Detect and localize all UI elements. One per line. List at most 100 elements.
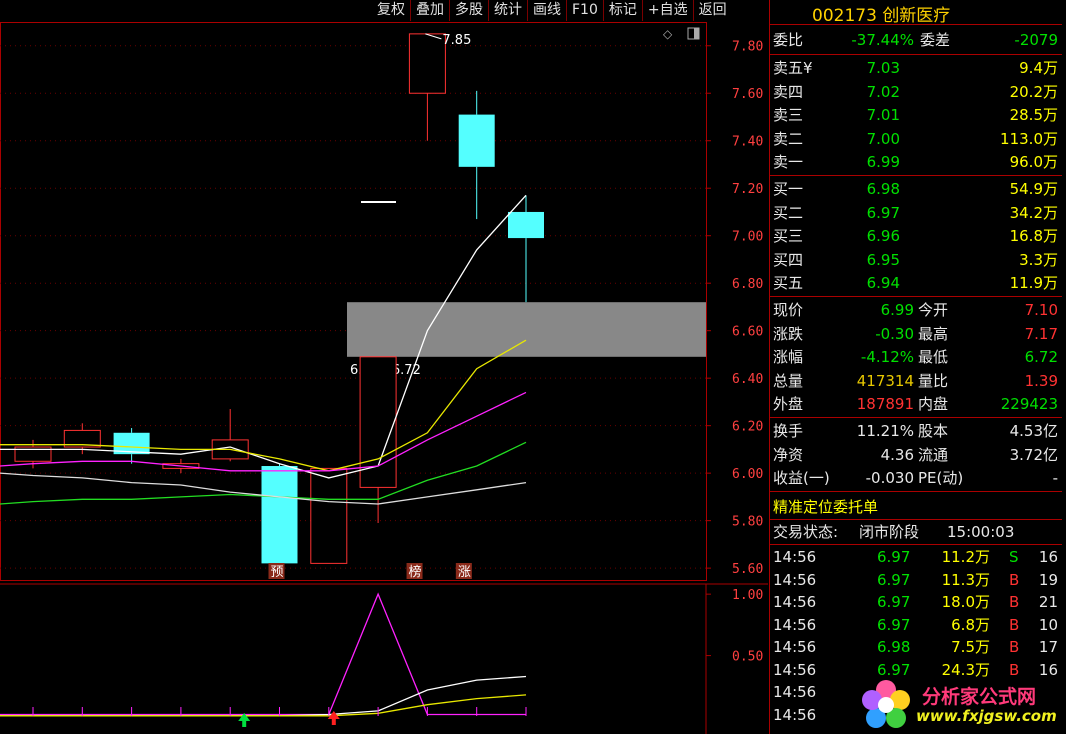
f10-button[interactable]: F10 (566, 0, 603, 21)
fundamental-value: 4.53亿 (1009, 422, 1058, 440)
multi-stock-button[interactable]: 多股 (449, 0, 488, 21)
candle-body-down (458, 114, 495, 167)
candle[interactable] (408, 33, 446, 141)
tick-price: 6.97 (877, 570, 911, 589)
ask-row[interactable]: 卖三 7.01 28.5万 (770, 104, 1062, 126)
chart-toolbar: 复权 叠加 多股 统计 画线 F10 标记 +自选 返回 (372, 0, 732, 21)
watermark-url: www.fxjgsw.com (916, 707, 1057, 725)
mark-button[interactable]: 标记 (602, 0, 642, 21)
tick-side: B (1009, 615, 1020, 634)
candle[interactable] (508, 195, 544, 303)
ask-row[interactable]: 卖五¥ 7.03 9.4万 (770, 57, 1062, 79)
quote-value: 7.17 (1024, 324, 1058, 343)
quote-row: 涨幅 -4.12% 最低 6.72 (770, 346, 1062, 368)
event-marker[interactable]: 榜 (409, 564, 422, 580)
flower-logo-icon (862, 680, 910, 728)
candle[interactable] (261, 463, 298, 566)
ask-volume: 113.0万 (1000, 129, 1058, 148)
price-tick-label: 6.00 (732, 467, 763, 482)
tick-row[interactable]: 14:56 6.97 18.0万 B 21 (770, 591, 1062, 613)
stock-code: 002173 (812, 6, 877, 26)
ask-row[interactable]: 卖二 7.00 113.0万 (770, 128, 1062, 150)
bid-price: 6.96 (866, 227, 900, 245)
draw-line-button[interactable]: 画线 (527, 0, 566, 21)
ask-row[interactable]: 卖一 6.99 96.0万 (770, 151, 1062, 173)
ask-price: 7.02 (866, 82, 900, 101)
bid-volume: 34.2万 (1009, 203, 1058, 222)
quote-label: 现价 (773, 301, 804, 319)
restore-rights-button[interactable]: 复权 (372, 0, 410, 21)
fundamental-label: 股本 (918, 422, 949, 440)
ask-label: 卖三 (773, 106, 804, 124)
price-tick-label: 6.60 (732, 325, 763, 340)
ask-volume: 20.2万 (1009, 82, 1058, 101)
candle[interactable] (458, 90, 495, 220)
bid-row[interactable]: 买四 6.95 3.3万 (770, 249, 1062, 271)
quote-value: 187891 (856, 395, 914, 413)
ask-label: 卖二 (773, 129, 804, 148)
quote-value: 1.39 (1024, 371, 1058, 390)
candle-body-up (310, 467, 348, 564)
candle[interactable] (211, 409, 249, 462)
price-tick-label: 6.80 (732, 277, 763, 292)
tick-time: 14:56 (773, 705, 817, 724)
candle[interactable] (359, 356, 397, 524)
tick-time: 14:56 (773, 660, 817, 679)
bid-row[interactable]: 买五 6.94 11.9万 (770, 272, 1062, 294)
bid-volume: 54.9万 (1009, 180, 1058, 198)
support-zone[interactable] (347, 302, 706, 357)
tick-side: B (1009, 593, 1020, 611)
indicator-line (0, 694, 527, 717)
tick-price: 6.98 (877, 638, 911, 656)
tick-volume: 7.5万 (951, 638, 990, 656)
kline-chart[interactable]: 7.80 7.60 7.40 7.20 7.00 6.80 6.60 6.40 6.20 6.00… (0, 0, 768, 734)
stock-title: 002173 创新医疗 (812, 1, 950, 26)
fundamental-label: 净资 (773, 445, 804, 464)
bid-price: 6.98 (866, 180, 900, 198)
event-marker[interactable]: 涨 (458, 565, 471, 580)
indicator-line (0, 675, 527, 717)
order-ratio-row: 委比 -37.44% 委差 -2079 (773, 31, 1058, 49)
statistics-button[interactable]: 统计 (488, 0, 527, 21)
bid-row[interactable]: 买二 6.97 34.2万 (770, 202, 1062, 224)
bid-price: 6.94 (866, 274, 900, 292)
tick-row[interactable]: 14:56 6.98 7.5万 B 17 (770, 636, 1062, 658)
price-tick-label: 6.40 (732, 372, 763, 387)
quote-row: 外盘 187891 内盘 229423 (770, 393, 1062, 415)
bid-price: 6.97 (866, 203, 900, 222)
quote-label: 涨跌 (773, 324, 804, 343)
price-tick-label: 7.80 (732, 40, 763, 55)
precise-order-link[interactable]: 精准定位委托单 (770, 496, 1062, 518)
ask-label: 卖一 (773, 153, 804, 171)
tick-price: 6.97 (877, 548, 911, 566)
fundamental-value: 11.21% (856, 422, 914, 440)
tick-row[interactable]: 14:56 6.97 6.8万 B 10 (770, 614, 1062, 636)
quote-value: -0.30 (875, 324, 914, 343)
bid-price: 6.95 (866, 250, 900, 269)
quote-label: 量比 (918, 371, 949, 390)
ask-price: 7.01 (866, 106, 900, 124)
diamond-icon[interactable]: ◇ (663, 27, 673, 41)
tick-time: 14:56 (773, 638, 817, 656)
ask-price: 7.03 (866, 59, 900, 77)
overlay-button[interactable]: 叠加 (410, 0, 449, 21)
ask-volume: 9.4万 (1019, 59, 1058, 77)
fundamental-row: 净资 4.36 流通 3.72亿 (770, 444, 1062, 466)
back-button[interactable]: 返回 (692, 0, 732, 21)
quote-label: 涨幅 (773, 348, 804, 366)
tick-time: 14:56 (773, 548, 817, 566)
candle[interactable] (310, 467, 348, 564)
bid-row[interactable]: 买三 6.96 16.8万 (770, 225, 1062, 247)
tick-row[interactable]: 14:56 6.97 11.3万 B 19 (770, 569, 1062, 591)
ask-volume: 28.5万 (1009, 106, 1058, 124)
bid-volume: 3.3万 (1019, 250, 1058, 269)
ask-volume: 96.0万 (1009, 153, 1058, 171)
bid-row[interactable]: 买一 6.98 54.9万 (770, 178, 1062, 200)
event-marker[interactable]: 预 (271, 565, 284, 580)
fundamental-label: PE(动) (918, 469, 964, 487)
tick-row[interactable]: 14:56 6.97 11.2万 S 16 (770, 546, 1062, 568)
fundamental-label: 流通 (918, 445, 949, 464)
add-watchlist-button[interactable]: +自选 (641, 0, 693, 21)
tick-time: 14:56 (773, 683, 817, 701)
ask-row[interactable]: 卖四 7.02 20.2万 (770, 81, 1062, 103)
